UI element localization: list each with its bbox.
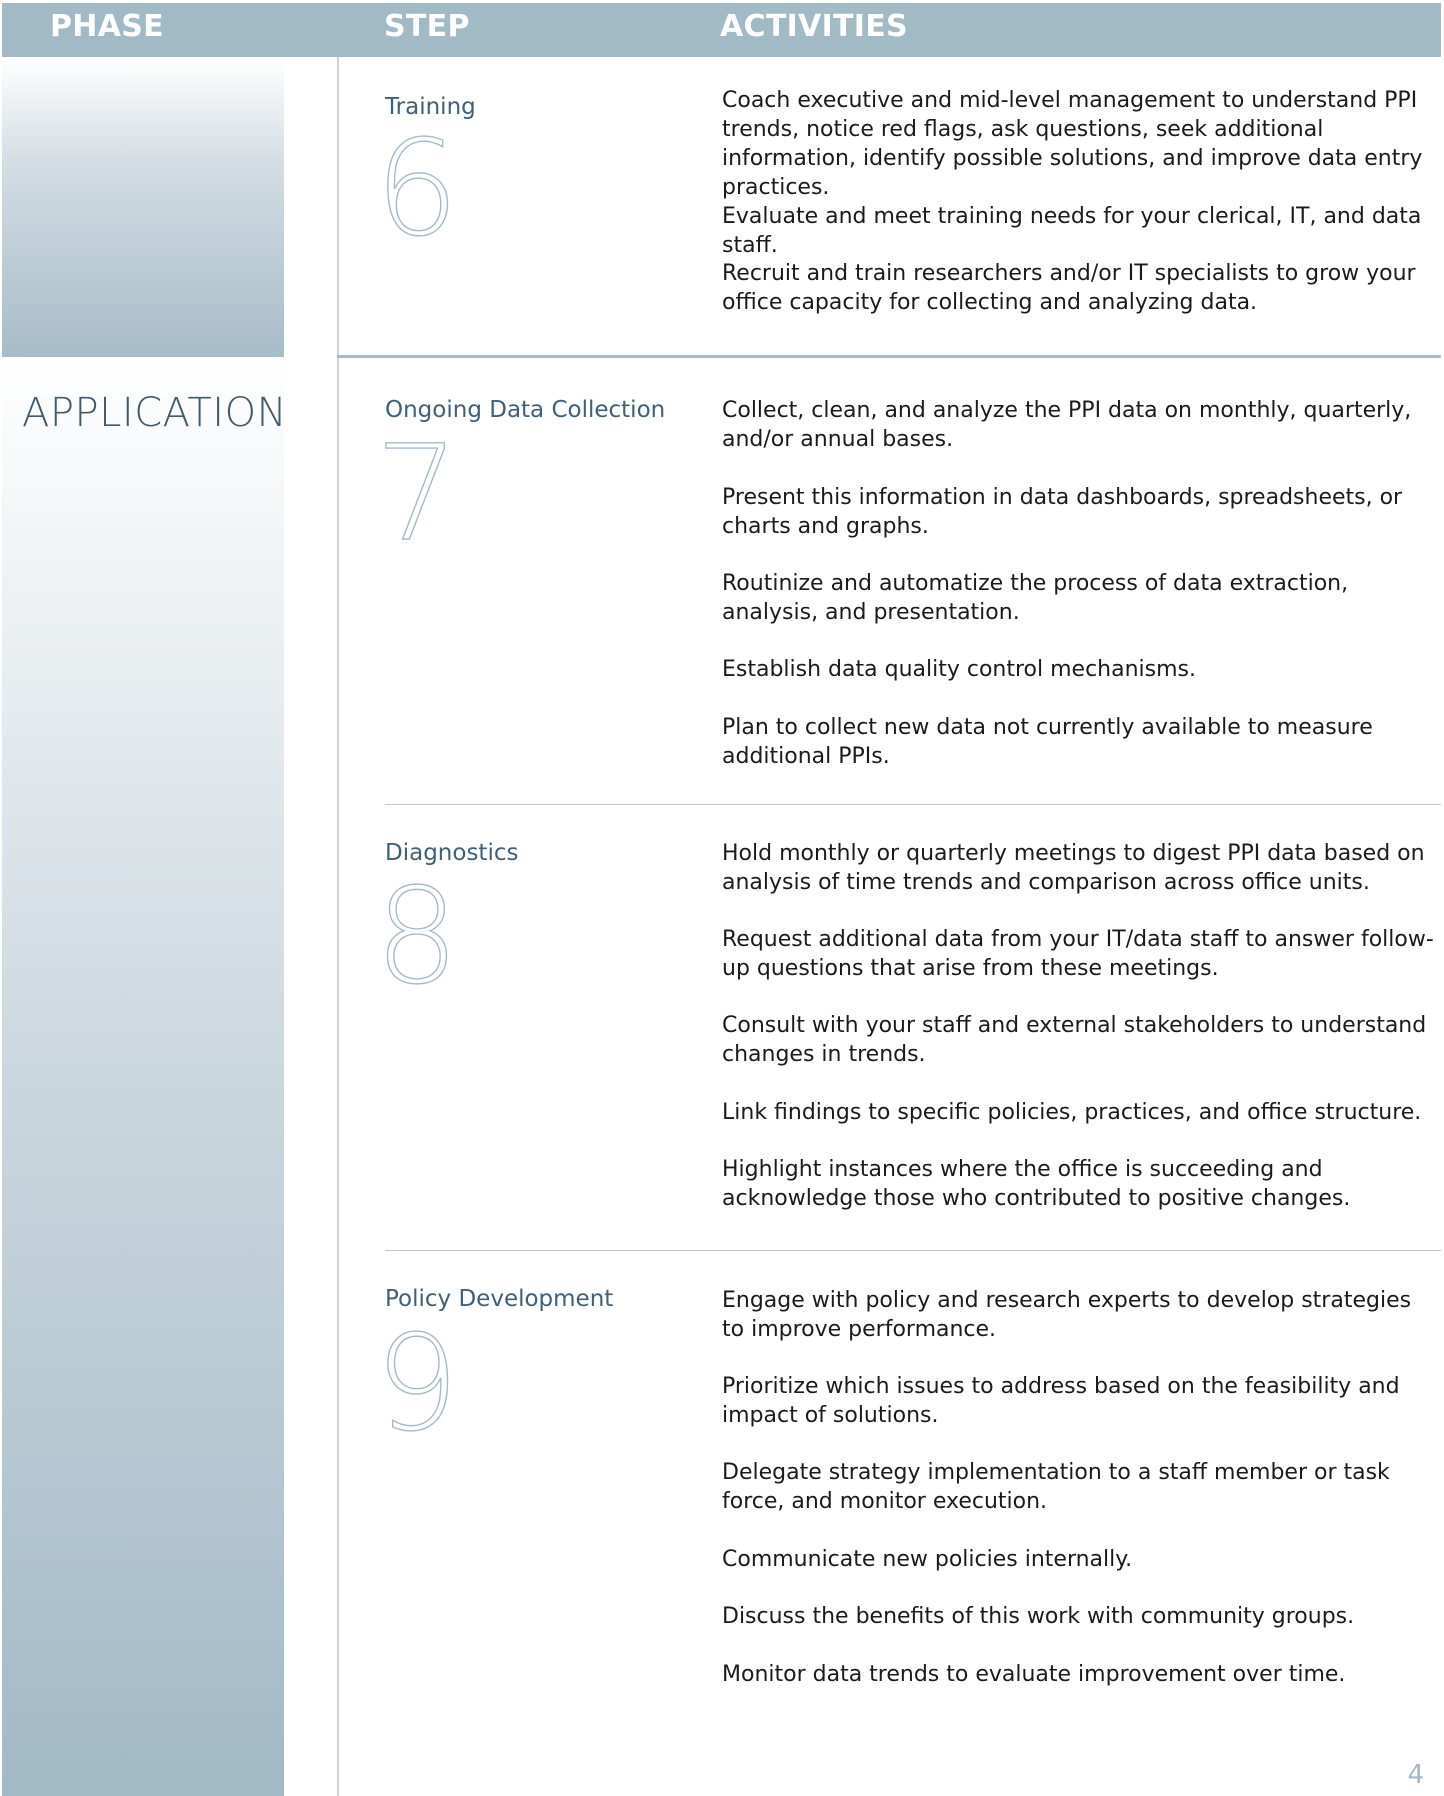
activity-item: Evaluate and meet training needs for you… (722, 204, 1422, 258)
header-activities: ACTIVITIES (720, 9, 908, 44)
activity-item: Link findings to specific policies, prac… (722, 1100, 1422, 1125)
table-header: PHASE STEP ACTIVITIES (2, 3, 1441, 57)
activity-item: Monitor data trends to evaluate improvem… (722, 1662, 1346, 1687)
activity-item: Highlight instances where the office is … (722, 1157, 1351, 1211)
activity-item: Routinize and automatize the process of … (722, 571, 1349, 625)
activity-item: Request additional data from your IT/dat… (722, 927, 1434, 981)
phase-label: APPLICATION (22, 390, 288, 436)
step-number: 7 (374, 417, 459, 571)
activity-item: Plan to collect new data not currently a… (722, 715, 1373, 769)
step-number: 9 (374, 1307, 459, 1461)
activity-item: Recruit and train researchers and/or IT … (722, 261, 1416, 315)
page-number: 4 (1407, 1760, 1424, 1790)
step-divider (385, 1250, 1441, 1251)
activity-item: Prioritize which issues to address based… (722, 1374, 1400, 1428)
header-phase: PHASE (50, 9, 164, 44)
phase-column-lower (2, 357, 284, 1796)
activity-item: Engage with policy and research experts … (722, 1288, 1412, 1342)
activity-item: Consult with your staff and external sta… (722, 1013, 1427, 1067)
step-number: 6 (374, 112, 459, 266)
step-number: 8 (374, 860, 459, 1014)
phase-column-upper (2, 57, 284, 357)
header-step: STEP (384, 9, 470, 44)
activity-item: Delegate strategy implementation to a st… (722, 1460, 1390, 1514)
activity-item: Discuss the benefits of this work with c… (722, 1604, 1355, 1629)
activity-item: Coach executive and mid-level management… (722, 88, 1423, 200)
activity-item: Hold monthly or quarterly meetings to di… (722, 841, 1425, 895)
phase-divider (337, 355, 1441, 358)
step-divider (385, 804, 1441, 805)
activity-item: Establish data quality control mechanism… (722, 657, 1196, 682)
activity-item: Present this information in data dashboa… (722, 485, 1403, 539)
column-separator (337, 57, 339, 1796)
activity-item: Collect, clean, and analyze the PPI data… (722, 398, 1412, 452)
activity-item: Communicate new policies internally. (722, 1547, 1133, 1572)
